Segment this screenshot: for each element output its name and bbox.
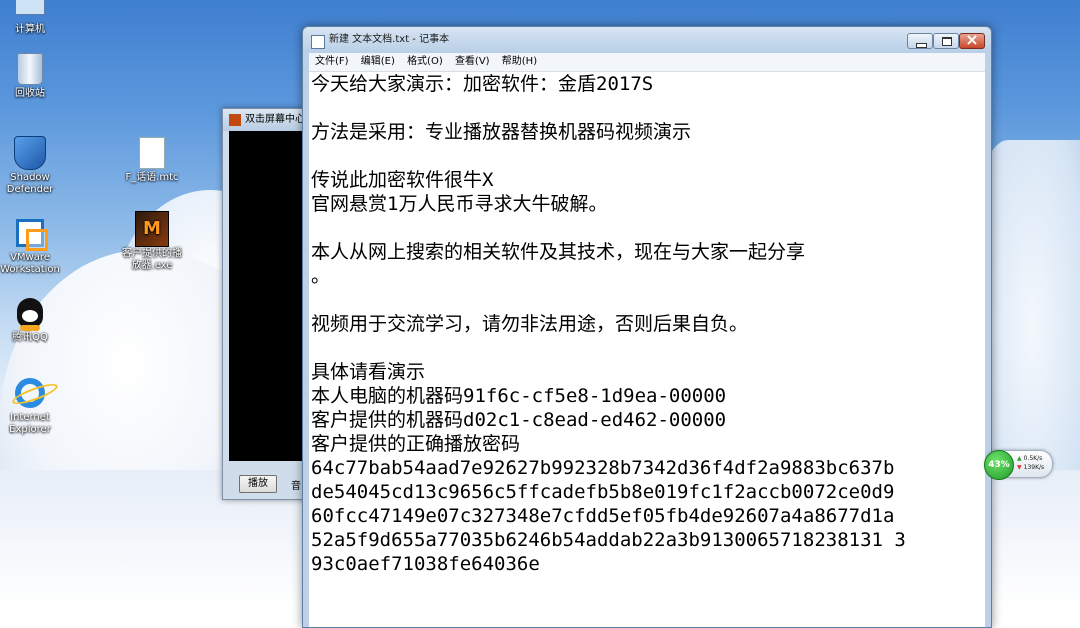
recycle-bin-icon (13, 52, 47, 86)
vmware-icon (13, 216, 48, 251)
desktop-icon-computer[interactable]: 计算机 (0, 0, 65, 36)
upload-speed: ▲ 0.5K/s (1017, 455, 1042, 463)
minimize-button[interactable] (907, 33, 933, 49)
desktop-icon-label: Internet Explorer (9, 412, 51, 435)
up-arrow-icon: ▲ (1017, 455, 1022, 462)
desktop-icon-label: VMware Workstation (0, 252, 60, 275)
maximize-button[interactable] (933, 33, 959, 49)
menu-view[interactable]: 查看(V) (453, 56, 493, 67)
desktop-icon-label: 计算机 (15, 24, 45, 35)
upload-speed-value: 0.5K/s (1023, 455, 1043, 462)
shield-icon (13, 136, 47, 170)
ie-icon (13, 376, 47, 410)
network-speed-gadget[interactable]: 43% ▲ 0.5K/s ▼ 139K/s (984, 450, 1053, 480)
down-arrow-icon: ▼ (1017, 464, 1022, 471)
desktop-icon-label: Shadow Defender (6, 172, 54, 195)
download-speed: ▼ 139K/s (1017, 464, 1044, 472)
menu-format[interactable]: 格式(O) (405, 56, 446, 67)
menu-bar: 文件(F) 编辑(E) 格式(O) 查看(V) 帮助(H) (309, 53, 985, 72)
close-button[interactable] (959, 30, 985, 49)
desktop-icon-label: 回收站 (15, 88, 45, 99)
menu-edit[interactable]: 编辑(E) (359, 56, 398, 67)
desktop-icon-player-exe[interactable]: M 客户提供的播放器.exe (117, 211, 187, 272)
download-speed-value: 139K/s (1023, 464, 1045, 471)
usage-percent: 43% (984, 450, 1014, 480)
menu-file[interactable]: 文件(F) (313, 56, 352, 67)
file-icon (135, 136, 169, 170)
desktop-icon-shadow-defender[interactable]: Shadow Defender (0, 136, 65, 196)
menu-help[interactable]: 帮助(H) (500, 56, 540, 67)
desktop-icon-label: 腾讯QQ (12, 332, 48, 343)
audio-label: 音 (291, 481, 301, 492)
desktop-icon-recycle-bin[interactable]: 回收站 (0, 52, 65, 100)
text-editor[interactable]: 今天给大家演示：加密软件：金盾2017S 方法是采用：专业播放器替换机器码视频演… (309, 72, 985, 627)
qq-icon (13, 296, 47, 331)
window-title: 新建 文本文档.txt - 记事本 (329, 34, 450, 45)
computer-icon (13, 0, 47, 22)
desktop-icon-internet-explorer[interactable]: Internet Explorer (0, 376, 65, 436)
desktop-icon-label: F_话语.mtc (125, 172, 179, 183)
desktop-icon-vmware[interactable]: VMware Workstation (0, 216, 65, 276)
desktop-icon-mtc-file[interactable]: F_话语.mtc (117, 136, 187, 184)
editor-content[interactable]: 今天给大家演示：加密软件：金盾2017S 方法是采用：专业播放器替换机器码视频演… (309, 72, 985, 576)
notepad-icon (311, 35, 325, 49)
notepad-window[interactable]: 新建 文本文档.txt - 记事本 文件(F) 编辑(E) 格式(O) 查看(V… (302, 26, 992, 628)
notepad-titlebar[interactable]: 新建 文本文档.txt - 记事本 (303, 27, 991, 53)
desktop-icon-qq[interactable]: 腾讯QQ (0, 296, 65, 344)
player-icon: M (135, 211, 169, 247)
desktop-icon-label: 客户提供的播放器.exe (122, 248, 182, 271)
play-button[interactable]: 播放 (239, 475, 277, 493)
